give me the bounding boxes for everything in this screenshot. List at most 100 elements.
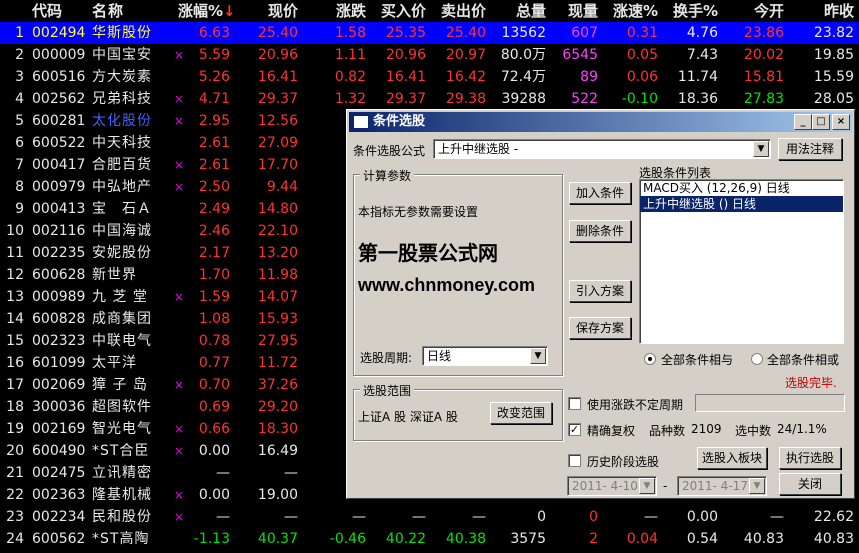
cell-bid: 40.22 bbox=[385, 531, 426, 547]
chevron-down-icon[interactable]: ▼ bbox=[753, 141, 769, 157]
radio-or[interactable] bbox=[751, 353, 763, 365]
cell-star bbox=[174, 198, 184, 220]
header-prev[interactable]: 昨收 bbox=[790, 0, 854, 22]
cell-name: 智光电气 bbox=[92, 421, 152, 437]
cell-pct: 0.00 bbox=[198, 443, 230, 459]
header-price[interactable]: 现价 bbox=[240, 0, 298, 22]
cell-ask: 25.40 bbox=[445, 25, 486, 41]
cell-name: 中国宝安 bbox=[92, 47, 152, 63]
cell-code: 002234 bbox=[32, 509, 86, 525]
cell-price: 19.00 bbox=[257, 487, 298, 503]
cell-name: 华斯股份 bbox=[92, 25, 152, 41]
close-button[interactable]: 关闭 bbox=[779, 473, 841, 495]
cell-price: 25.40 bbox=[257, 25, 298, 41]
change-range-button[interactable]: 改变范围 bbox=[490, 402, 552, 424]
radio-and-label[interactable]: 全部条件相与 bbox=[661, 351, 733, 368]
cell-pct: 1.70 bbox=[198, 267, 230, 283]
header-spd[interactable]: 涨速% bbox=[604, 0, 658, 22]
header-open[interactable]: 今开 bbox=[724, 0, 784, 22]
chevron-down-icon[interactable]: ▼ bbox=[749, 478, 765, 494]
table-row[interactable]: 24 600562 *ST高陶 -1.13 40.37 -0.46 40.22 40.38 35… bbox=[0, 528, 859, 550]
header-name[interactable]: 名称 bbox=[92, 0, 172, 22]
watermark-url: www.chnmoney.com bbox=[358, 275, 536, 295]
delete-condition-button[interactable]: 删除条件 bbox=[569, 220, 631, 242]
cell-idx: 20 bbox=[6, 443, 24, 459]
cell-code: 600281 bbox=[32, 113, 86, 129]
cell-code: 000979 bbox=[32, 179, 86, 195]
cell-idx: 5 bbox=[15, 113, 24, 129]
cell-idx: 4 bbox=[15, 91, 24, 107]
date-to-picker[interactable]: 2011- 4-17 ▼ bbox=[677, 476, 767, 496]
use-period-label[interactable]: 使用涨跌不定周期 bbox=[587, 396, 683, 413]
range-group-title: 选股范围 bbox=[360, 382, 415, 399]
header-vol[interactable]: 总量 bbox=[490, 0, 546, 22]
cell-prev: 22.62 bbox=[813, 509, 854, 525]
cell-pct: 5.26 bbox=[198, 69, 230, 85]
cell-star: × bbox=[174, 378, 185, 392]
cell-idx: 17 bbox=[6, 377, 24, 393]
period-select-value: 日线 bbox=[427, 349, 452, 363]
date-from-picker[interactable]: 2011- 4-10 ▼ bbox=[567, 476, 657, 496]
cell-turn: 4.76 bbox=[686, 25, 718, 41]
add-condition-button[interactable]: 加入条件 bbox=[569, 182, 631, 204]
cell-code: 000009 bbox=[32, 47, 86, 63]
header-bid[interactable]: 买入价 bbox=[368, 0, 426, 22]
dialog-titlebar[interactable]: 条件选股 _ □ × bbox=[349, 112, 852, 132]
cell-code: 002235 bbox=[32, 245, 86, 261]
import-plan-button[interactable]: 引入方案 bbox=[569, 280, 631, 302]
period-slider-track[interactable] bbox=[695, 394, 845, 412]
cell-price: 27.95 bbox=[257, 333, 298, 349]
table-row[interactable]: 2 000009 中国宝安 × 5.59 20.96 1.11 20.96 20.97 80.0万… bbox=[0, 44, 859, 66]
cell-name: 中弘地产 bbox=[92, 179, 152, 195]
cell-idx: 1 bbox=[15, 25, 24, 41]
add-to-board-button[interactable]: 选股入板块 bbox=[697, 447, 767, 469]
cell-price: 9.44 bbox=[266, 179, 298, 195]
radio-and[interactable] bbox=[644, 353, 656, 365]
table-row[interactable]: 1 002494 华斯股份 6.63 25.40 1.58 25.35 25.40 13562 6… bbox=[0, 22, 859, 44]
header-ask[interactable]: 卖出价 bbox=[428, 0, 486, 22]
table-row[interactable]: 23 002234 民和股份 × — — — — — 0 0 — 0.00 — 22.62 bbox=[0, 506, 859, 528]
history-label[interactable]: 历史阶段选股 bbox=[587, 453, 659, 470]
cell-price: — bbox=[284, 509, 298, 525]
chevron-down-icon[interactable]: ▼ bbox=[530, 348, 546, 364]
cell-code: 002323 bbox=[32, 333, 86, 349]
formula-select[interactable]: 上升中继选股 - ▼ bbox=[433, 139, 771, 159]
maximize-icon[interactable]: □ bbox=[812, 114, 830, 130]
close-icon[interactable]: × bbox=[832, 114, 850, 130]
table-row[interactable]: 4 002562 兄弟科技 × 4.71 29.37 1.32 29.37 29.38 39288… bbox=[0, 88, 859, 110]
cell-pct: 5.59 bbox=[198, 47, 230, 63]
cell-open: — bbox=[770, 509, 784, 525]
header-code[interactable]: 代码 bbox=[32, 0, 88, 22]
condition-item-selected[interactable]: 上升中继选股 () 日线 bbox=[640, 196, 843, 212]
help-button[interactable]: 用法注释 bbox=[778, 138, 842, 160]
cell-code: 002562 bbox=[32, 91, 86, 107]
cell-chg: — bbox=[352, 509, 366, 525]
cell-name: *ST高陶 bbox=[92, 531, 150, 547]
history-checkbox[interactable] bbox=[568, 454, 581, 467]
cell-bid: — bbox=[412, 509, 426, 525]
use-period-checkbox[interactable] bbox=[568, 397, 581, 410]
cell-name: 方大炭素 bbox=[92, 69, 152, 85]
header-pct[interactable]: 涨幅%↓ bbox=[178, 0, 236, 22]
exact-adjust-checkbox[interactable]: ✓ bbox=[568, 423, 581, 436]
radio-or-label[interactable]: 全部条件相或 bbox=[767, 351, 839, 368]
chevron-down-icon[interactable]: ▼ bbox=[639, 478, 655, 494]
cell-pct: 0.78 bbox=[198, 333, 230, 349]
exact-adjust-label[interactable]: 精确复权 bbox=[587, 422, 635, 439]
save-plan-button[interactable]: 保存方案 bbox=[569, 317, 631, 339]
table-row[interactable]: 3 600516 方大炭素 5.26 16.41 0.82 16.41 16.42 72.4万 8… bbox=[0, 66, 859, 88]
condition-list[interactable]: MACD买入 (12,26,9) 日线 上升中继选股 () 日线 bbox=[639, 179, 844, 344]
condition-item[interactable]: MACD买入 (12,26,9) 日线 bbox=[640, 180, 843, 196]
execute-button[interactable]: 执行选股 bbox=[779, 447, 841, 469]
minimize-icon[interactable]: _ bbox=[794, 114, 812, 130]
header-cur[interactable]: 现量 bbox=[552, 0, 598, 22]
period-select[interactable]: 日线 ▼ bbox=[422, 346, 548, 366]
status-text: 选股完毕. bbox=[785, 376, 837, 390]
cell-idx: 6 bbox=[15, 135, 24, 151]
cell-star bbox=[174, 132, 184, 154]
cell-prev: 23.82 bbox=[813, 25, 854, 41]
date-to-value: 2011- 4-17 bbox=[682, 479, 748, 493]
cell-star: × bbox=[174, 290, 185, 304]
header-chg[interactable]: 涨跌 bbox=[314, 0, 366, 22]
header-turn[interactable]: 换手% bbox=[664, 0, 718, 22]
